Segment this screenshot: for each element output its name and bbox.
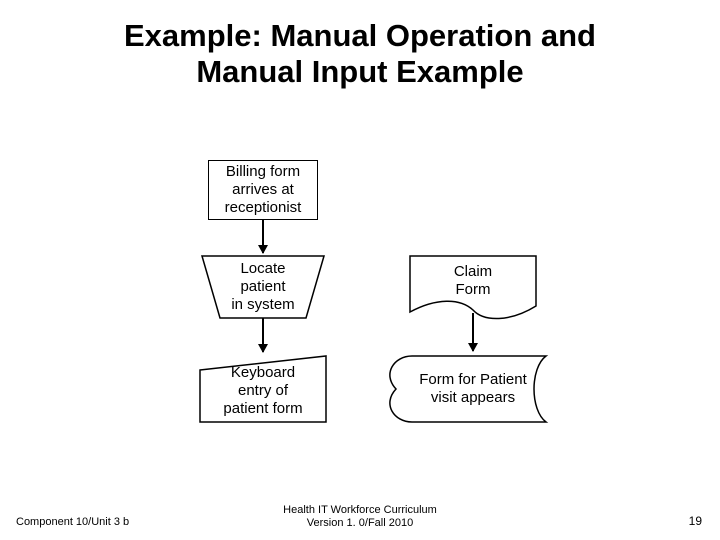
- manual-operation-locate-label: Locate patient in system: [231, 260, 294, 314]
- document-claim-form-label: Claim Form: [454, 263, 492, 299]
- arrow-claim-to-display: [472, 313, 474, 351]
- footer-center: Health IT Workforce Curriculum Version 1…: [0, 504, 720, 530]
- footer-page-number: 19: [689, 514, 702, 528]
- display-form-appears-label: Form for Patient visit appears: [419, 371, 527, 407]
- title-line-2: Manual Input Example: [196, 54, 523, 89]
- footer-center-line1: Health IT Workforce Curriculum: [283, 504, 437, 516]
- arrow-locate-to-keyboard: [262, 318, 264, 352]
- footer-center-line2: Version 1. 0/Fall 2010: [307, 517, 413, 529]
- process-billing-form-label: Billing form arrives at receptionist: [225, 163, 302, 217]
- manual-operation-locate-container: Locate patient in system: [202, 256, 324, 318]
- manual-input-keyboard-label: Keyboard entry of patient form: [223, 364, 302, 418]
- title-line-1: Example: Manual Operation and: [124, 18, 596, 53]
- document-claim-form-container: Claim Form: [410, 256, 536, 306]
- slide-title: Example: Manual Operation and Manual Inp…: [0, 18, 720, 89]
- arrow-billing-to-locate: [262, 220, 264, 253]
- display-form-appears-container: Form for Patient visit appears: [398, 356, 548, 422]
- process-billing-form: Billing form arrives at receptionist: [208, 160, 318, 220]
- manual-input-keyboard-container: Keyboard entry of patient form: [200, 360, 326, 422]
